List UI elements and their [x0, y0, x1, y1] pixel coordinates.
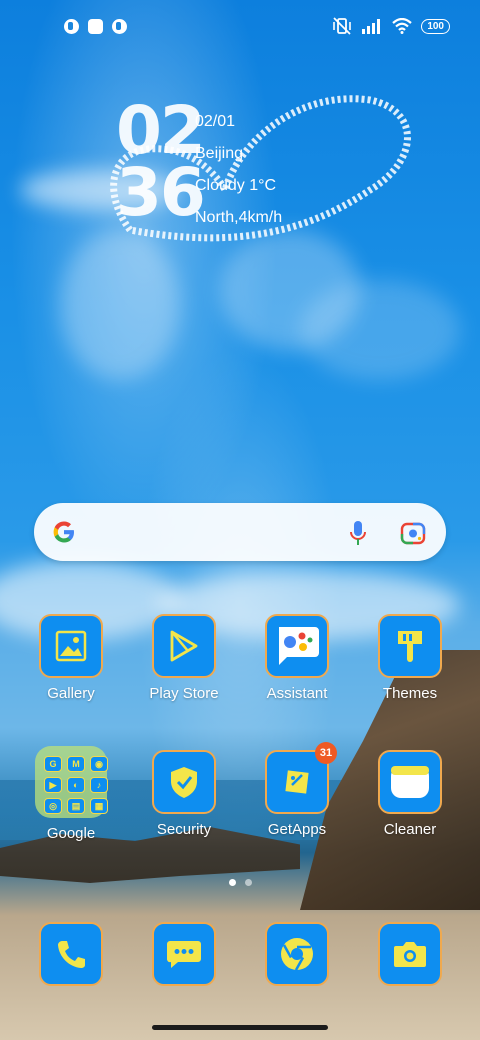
voice-search-mic-icon[interactable]	[350, 520, 366, 546]
camera-icon	[378, 922, 442, 986]
cleaner-icon	[378, 750, 442, 814]
google-g-icon	[53, 521, 74, 543]
vibrate-off-icon	[333, 17, 352, 35]
security-shield-icon	[152, 750, 216, 814]
folder-app-mini-icon: ▤	[67, 798, 85, 814]
folder-app-mini-icon: ▶	[44, 777, 62, 793]
dock-phone[interactable]	[23, 922, 119, 986]
phone-icon	[39, 922, 103, 986]
app-gallery[interactable]: Gallery	[23, 614, 119, 702]
app-notification-icon	[112, 19, 127, 34]
weather-wind: North,4km/h	[195, 209, 283, 226]
weather-condition: Cloudy 1°C	[195, 177, 277, 194]
folder-app-mini-icon: ◎	[44, 798, 62, 814]
app-notification-icon	[64, 19, 79, 34]
clock-hour: 02	[116, 92, 206, 169]
google-lens-icon[interactable]	[400, 520, 426, 546]
app-label: Security	[156, 821, 212, 838]
folder-app-mini-icon: M	[67, 756, 85, 772]
folder-icon: G M ◉ ▶ ◐ ♪ ◎ ▤ ▦	[35, 746, 108, 818]
app-label: Assistant	[266, 685, 328, 702]
assistant-icon	[265, 614, 329, 678]
page-dot-active	[229, 879, 236, 886]
folder-app-mini-icon: ◐	[67, 777, 85, 793]
status-bar: 100	[0, 0, 480, 56]
dock-camera[interactable]	[362, 922, 458, 986]
getapps-icon: 31	[265, 742, 337, 814]
app-themes[interactable]: Themes	[362, 614, 458, 702]
dock-chrome[interactable]	[249, 922, 345, 986]
messages-icon	[152, 922, 216, 986]
page-dot	[245, 879, 252, 886]
system-icons: 100	[332, 17, 450, 35]
cloud	[300, 280, 460, 380]
themes-brush-icon	[378, 614, 442, 678]
dock-messages[interactable]	[136, 922, 232, 986]
app-label: Play Store	[149, 685, 219, 702]
weather-city: Beijing	[195, 145, 244, 162]
wifi-icon	[392, 18, 413, 34]
app-security[interactable]: Security	[136, 750, 232, 838]
app-label: Cleaner	[383, 821, 437, 838]
chrome-icon	[265, 922, 329, 986]
folder-app-mini-icon: ◉	[90, 756, 108, 772]
app-label: GetApps	[267, 821, 327, 838]
app-assistant[interactable]: Assistant	[249, 614, 345, 702]
app-play-store[interactable]: Play Store	[136, 614, 232, 702]
google-search-bar[interactable]	[34, 503, 446, 561]
folder-google[interactable]: G M ◉ ▶ ◐ ♪ ◎ ▤ ▦ Google	[23, 746, 119, 842]
clock-widget[interactable]: 02 36	[116, 92, 206, 231]
app-label: Google	[46, 825, 96, 842]
app-notification-icon	[88, 19, 103, 34]
play-store-icon	[152, 614, 216, 678]
page-indicator[interactable]	[229, 879, 252, 886]
battery-level: 100	[421, 18, 450, 34]
folder-app-mini-icon: G	[44, 756, 62, 772]
app-cleaner[interactable]: Cleaner	[362, 750, 458, 838]
app-getapps[interactable]: 31 GetApps	[249, 742, 345, 838]
home-gesture-bar[interactable]	[152, 1025, 328, 1030]
app-label: Gallery	[47, 685, 95, 702]
gallery-icon	[39, 614, 103, 678]
notification-badge: 31	[315, 742, 337, 764]
app-label: Themes	[382, 685, 438, 702]
weather-widget[interactable]: 02/01 Beijing Cloudy 1°C North,4km/h	[195, 106, 282, 234]
clock-minute: 36	[116, 154, 206, 231]
notification-icons	[64, 19, 127, 34]
weather-date: 02/01	[195, 113, 236, 130]
signal-icon	[362, 19, 381, 34]
folder-app-mini-icon: ♪	[90, 777, 108, 793]
folder-app-mini-icon: ▦	[90, 798, 108, 814]
